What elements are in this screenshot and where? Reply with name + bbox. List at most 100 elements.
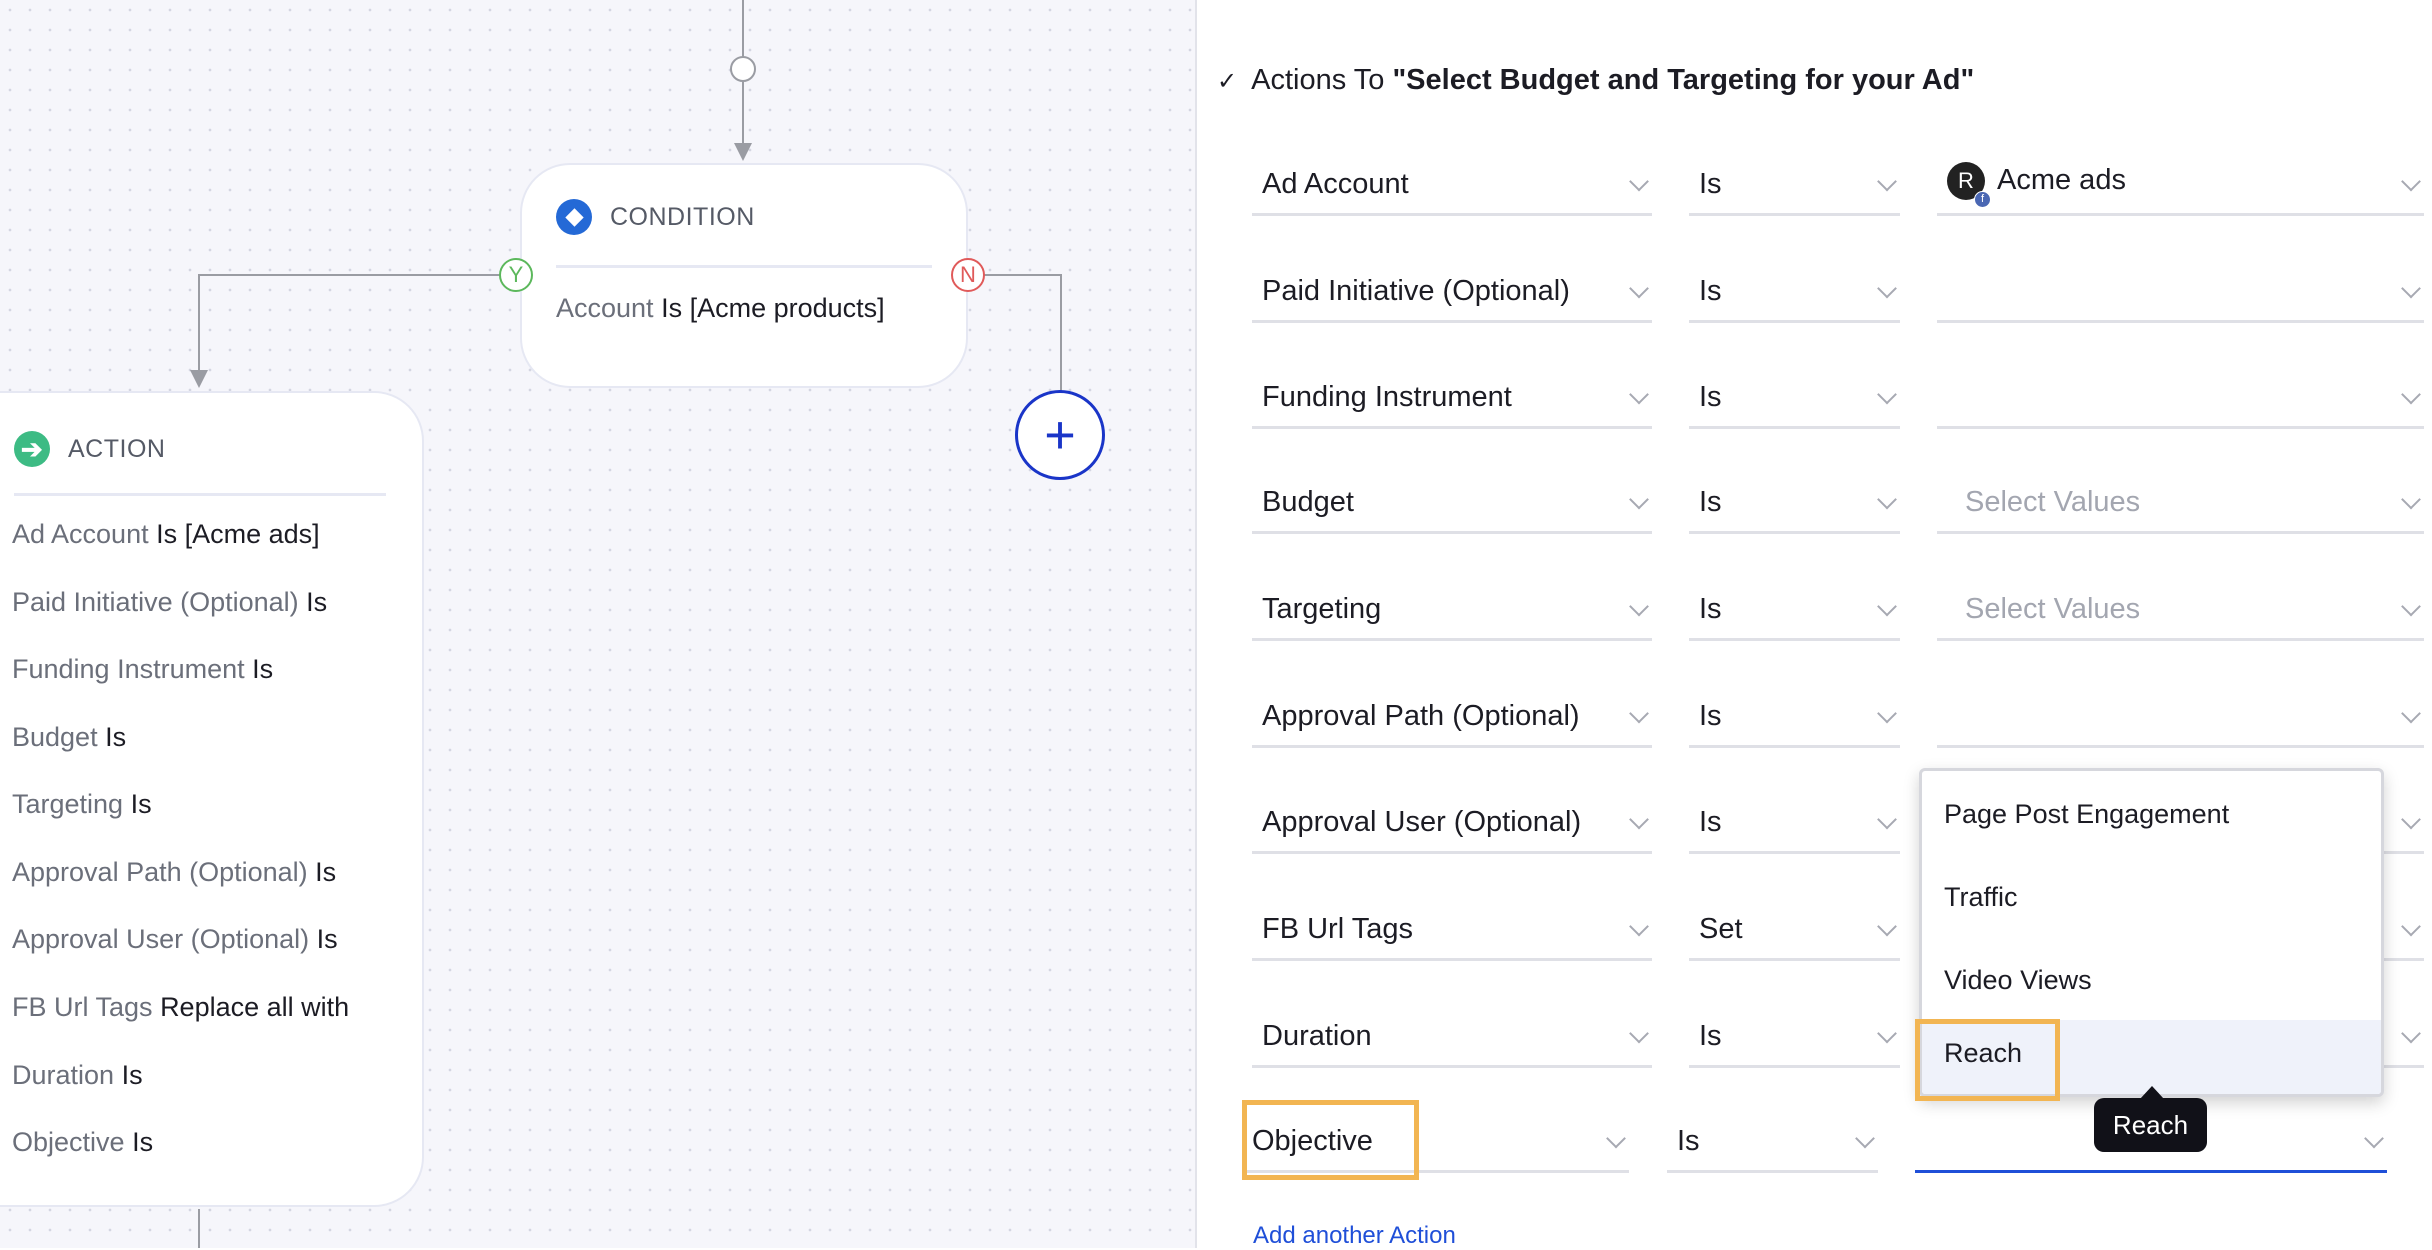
- paid-initiative-optional-field-select[interactable]: Paid Initiative (Optional): [1252, 263, 1652, 323]
- chevron-down-icon: [2401, 171, 2421, 191]
- yes-branch-badge[interactable]: Y: [499, 258, 533, 292]
- action-summary-row: Budget Is: [12, 722, 126, 753]
- objective-operator-select[interactable]: Is: [1667, 1113, 1878, 1173]
- action-config-panel: ✓ Actions To "Select Budget and Targeting…: [1199, 0, 2432, 1250]
- chevron-down-icon: [1629, 489, 1649, 509]
- action-field: Approval User (Optional): [12, 924, 310, 954]
- arrow-right-icon: ➔: [14, 431, 50, 467]
- approval-user-optional-field-select[interactable]: Approval User (Optional): [1252, 794, 1652, 854]
- action-operator: Is: [315, 857, 337, 887]
- action-field: Funding Instrument: [12, 654, 245, 684]
- action-field: Objective: [12, 1127, 125, 1157]
- check-icon: ✓: [1217, 68, 1238, 95]
- chevron-down-icon: [1877, 1023, 1897, 1043]
- targeting-value-select[interactable]: Select Values: [1937, 581, 2424, 641]
- action-summary-row: Objective Is: [12, 1127, 153, 1158]
- targeting-operator-select[interactable]: Is: [1689, 581, 1900, 641]
- funding-instrument-field-select[interactable]: Funding Instrument: [1252, 369, 1652, 429]
- chevron-down-icon: [1877, 171, 1897, 191]
- approval-path-optional-field-select[interactable]: Approval Path (Optional): [1252, 688, 1652, 748]
- dropdown-option[interactable]: Video Views: [1922, 937, 2381, 1020]
- ad-account-operator-select[interactable]: Is: [1689, 156, 1900, 216]
- add-step-button[interactable]: +: [1015, 390, 1105, 480]
- duration-operator-select[interactable]: Is: [1689, 1008, 1900, 1068]
- chevron-down-icon: [1855, 1128, 1875, 1148]
- action-operator: Replace all with: [160, 992, 350, 1022]
- ad-account-value-select[interactable]: Rf Acme ads: [1937, 156, 2424, 216]
- chevron-down-icon: [1877, 489, 1897, 509]
- chevron-down-icon: [1877, 703, 1897, 723]
- chevron-down-icon: [1629, 1023, 1649, 1043]
- chevron-down-icon: [2364, 1128, 2384, 1148]
- no-branch-badge[interactable]: N: [951, 258, 985, 292]
- chevron-down-icon: [2401, 489, 2421, 509]
- action-operator: Is: [130, 789, 152, 819]
- action-operator: Is: [306, 587, 328, 617]
- budget-field-select[interactable]: Budget: [1252, 474, 1652, 534]
- approval-user-optional-operator-select[interactable]: Is: [1689, 794, 1900, 854]
- action-operator: Is: [132, 1127, 154, 1157]
- no-branch-line: [1060, 274, 1062, 392]
- chevron-down-icon: [1629, 384, 1649, 404]
- action-operator: Is: [316, 924, 338, 954]
- action-summary-row: Approval Path (Optional) Is: [12, 857, 336, 888]
- connector-node[interactable]: [730, 56, 756, 82]
- ad-account-field-select[interactable]: Ad Account: [1252, 156, 1652, 216]
- chevron-down-icon: [1629, 703, 1649, 723]
- budget-operator-select[interactable]: Is: [1689, 474, 1900, 534]
- action-field: Paid Initiative (Optional): [12, 587, 299, 617]
- condition-header: CONDITION: [610, 202, 755, 231]
- chevron-down-icon: [2401, 278, 2421, 298]
- duration-field-select[interactable]: Duration: [1252, 1008, 1652, 1068]
- chevron-down-icon: [1877, 384, 1897, 404]
- arrow-down-icon: [734, 143, 752, 161]
- dropdown-option[interactable]: Page Post Engagement: [1922, 771, 2381, 854]
- chevron-down-icon: [2401, 809, 2421, 829]
- condition-icon: [556, 199, 592, 235]
- action-summary-row: Funding Instrument Is: [12, 654, 273, 685]
- tooltip: Reach: [2094, 1098, 2207, 1152]
- approval-path-optional-value-select[interactable]: [1937, 688, 2424, 748]
- chevron-down-icon: [1877, 916, 1897, 936]
- arrow-down-icon: [190, 370, 208, 388]
- chevron-down-icon: [1877, 596, 1897, 616]
- highlight-box: [1915, 1019, 2060, 1101]
- action-field: Ad Account: [12, 519, 149, 549]
- fb-url-tags-field-select[interactable]: FB Url Tags: [1252, 901, 1652, 961]
- action-field: Budget: [12, 722, 98, 752]
- action-summary-row: Targeting Is: [12, 789, 152, 820]
- funding-instrument-value-select[interactable]: [1937, 369, 2424, 429]
- action-field: Approval Path (Optional): [12, 857, 308, 887]
- chevron-down-icon: [2401, 384, 2421, 404]
- divider: [556, 265, 932, 268]
- chevron-down-icon: [2401, 596, 2421, 616]
- funding-instrument-operator-select[interactable]: Is: [1689, 369, 1900, 429]
- condition-node[interactable]: CONDITION Account Is [Acme products]: [520, 163, 968, 388]
- yes-branch-line: [198, 274, 200, 376]
- paid-initiative-optional-operator-select[interactable]: Is: [1689, 263, 1900, 323]
- chevron-down-icon: [2401, 916, 2421, 936]
- action-summary-row: Paid Initiative (Optional) Is: [12, 587, 327, 618]
- budget-value-select[interactable]: Select Values: [1937, 474, 2424, 534]
- action-operator: Is: [105, 722, 127, 752]
- placeholder: Select Values: [1965, 486, 2141, 518]
- action-summary-row: Approval User (Optional) Is: [12, 924, 338, 955]
- connector-line: [198, 1209, 200, 1248]
- chevron-down-icon: [1629, 171, 1649, 191]
- highlight-box: [1242, 1100, 1419, 1180]
- chevron-down-icon: [1877, 278, 1897, 298]
- add-another-action-link[interactable]: Add another Action: [1253, 1222, 1456, 1250]
- action-field: FB Url Tags: [12, 992, 153, 1022]
- dropdown-option[interactable]: Traffic: [1922, 854, 2381, 937]
- action-field: Duration: [12, 1060, 115, 1090]
- targeting-field-select[interactable]: Targeting: [1252, 581, 1652, 641]
- action-header: ACTION: [68, 434, 166, 463]
- chevron-down-icon: [2401, 1023, 2421, 1043]
- approval-path-optional-operator-select[interactable]: Is: [1689, 688, 1900, 748]
- fb-url-tags-operator-select[interactable]: Set: [1689, 901, 1900, 961]
- action-operator: Is [Acme ads]: [156, 519, 320, 549]
- chevron-down-icon: [1629, 596, 1649, 616]
- paid-initiative-optional-value-select[interactable]: [1937, 263, 2424, 323]
- condition-summary: Account Is [Acme products]: [556, 293, 885, 323]
- section-header[interactable]: ✓ Actions To "Select Budget and Targeting…: [1217, 64, 1974, 97]
